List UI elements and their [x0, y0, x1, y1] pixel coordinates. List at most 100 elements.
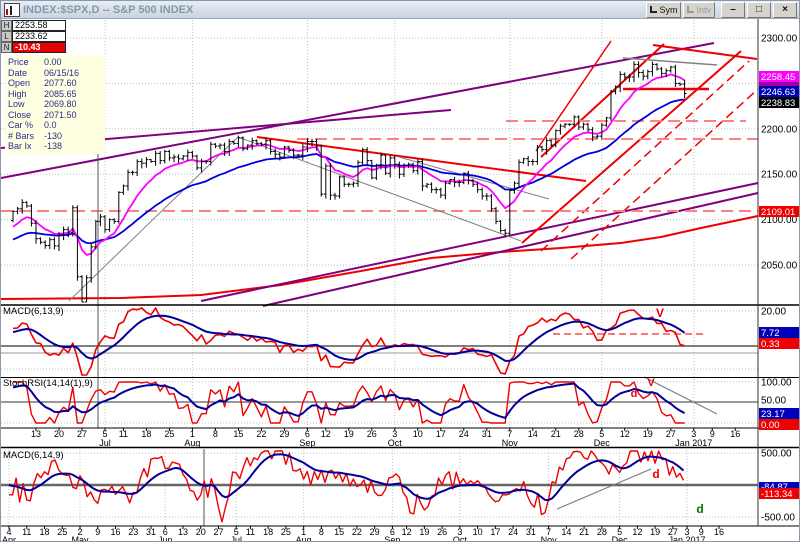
interval-button[interactable]: Intv — [683, 2, 715, 18]
ohlc-bar — [250, 138, 254, 150]
info-row-bars: # Bars-130 — [8, 131, 102, 142]
macd2-title: MACD(6,14,9) — [3, 450, 64, 461]
month-label: Nov — [541, 535, 558, 541]
info-row-low: Low2069.80 — [8, 99, 102, 110]
macd2-line — [9, 451, 684, 522]
ohlc-bar — [411, 163, 415, 173]
date-tick-label: 9 — [95, 527, 100, 537]
date-tick-label: 15 — [233, 429, 243, 439]
ohlc-bar — [328, 163, 332, 200]
date-tick-label: 14 — [561, 527, 571, 537]
info-row-open: Open2077.60 — [8, 78, 102, 89]
annotation-V: V — [656, 306, 664, 320]
month-label: May — [71, 535, 89, 541]
ohlc-bar — [121, 185, 125, 195]
interval-button-icon — [687, 6, 694, 13]
restore-button[interactable]: □ — [747, 2, 771, 18]
month-label: Nov — [502, 438, 519, 448]
value-tag-text: 2238.83 — [761, 98, 795, 109]
month-label: Oct — [388, 438, 403, 448]
date-tick-label: 28 — [597, 527, 607, 537]
date-tick-label: 22 — [352, 527, 362, 537]
date-tick-label: 19 — [344, 429, 354, 439]
chart-window: INDEX:$SPX,D -- S&P 500 INDEX Sym Intv –… — [0, 0, 800, 542]
trendline — [557, 469, 651, 509]
ohlc-bar — [568, 123, 572, 126]
trendline — [541, 44, 664, 157]
date-tick-label: 11 — [246, 527, 255, 537]
value-tag-text: 2246.63 — [761, 87, 795, 98]
value-tag-text: 7.72 — [761, 328, 780, 339]
month-label: Aug — [184, 438, 200, 448]
ohlc-bar — [522, 158, 526, 164]
last-bar-hud: H 2253.58 L 2233.62 N -10.43 — [1, 20, 66, 53]
date-tick-label: 15 — [334, 527, 344, 537]
info-row-chg: Car %0.0 — [8, 120, 102, 131]
annotation-d: d — [631, 388, 638, 400]
date-tick-label: 17 — [436, 429, 446, 439]
minimize-button[interactable]: – — [721, 2, 745, 18]
value-tag — [759, 82, 799, 86]
ohlc-bar — [213, 143, 217, 148]
hud-net-row: N -10.43 — [1, 42, 66, 53]
date-tick-label: 13 — [178, 527, 188, 537]
indicator-axis-label: 100.00 — [761, 378, 792, 389]
value-tag-text: 0.33 — [761, 339, 780, 350]
month-label: Apr — [2, 535, 16, 541]
hud-low-row: L 2233.62 — [1, 31, 66, 42]
date-tick-label: 12 — [632, 527, 642, 537]
date-tick-label: 27 — [77, 429, 87, 439]
ohlc-bar — [149, 159, 153, 163]
indicator-axis-label: -500.00 — [761, 513, 795, 524]
date-tick-label: 23 — [128, 527, 138, 537]
date-tick-label: 11 — [22, 527, 31, 537]
close-button[interactable]: × — [773, 2, 797, 18]
date-tick-label: 16 — [714, 527, 724, 537]
date-tick-label: 31 — [526, 527, 536, 537]
ohlc-bar — [11, 210, 15, 222]
date-tick-label: 20 — [54, 429, 64, 439]
trendline — [571, 89, 758, 259]
ohlc-bar — [333, 193, 337, 200]
annotation-d: d — [696, 502, 703, 516]
trendline — [399, 157, 549, 199]
date-tick-label: 25 — [57, 527, 67, 537]
trendline — [522, 51, 741, 243]
ohlc-bar — [218, 143, 222, 149]
symbol-button[interactable]: Sym — [646, 2, 681, 18]
ohlc-bar — [112, 218, 116, 224]
month-label: Dec — [612, 535, 629, 541]
chart-canvas[interactable]: MACD(6,13,9)StochRSI(14,14(1),9)MACD(6,1… — [1, 19, 799, 541]
date-tick-label: 25 — [281, 527, 291, 537]
date-tick-label: 11 — [119, 429, 128, 439]
info-row-price: Price0.00 — [8, 57, 102, 68]
stochrsi-title: StochRSI(14,14(1),9) — [3, 378, 93, 389]
date-tick-label: 12 — [321, 429, 331, 439]
date-tick-label: 24 — [508, 527, 518, 537]
ohlc-bar — [508, 190, 512, 235]
hud-high-value: 2253.58 — [12, 20, 66, 31]
ohlc-bar — [526, 156, 530, 166]
date-tick-label: 28 — [574, 429, 584, 439]
trendline — [201, 183, 758, 301]
hud-high-row: H 2253.58 — [1, 20, 66, 31]
ohlc-bar — [177, 154, 181, 163]
ohlc-bar — [351, 181, 355, 187]
titlebar[interactable]: INDEX:$SPX,D -- S&P 500 INDEX Sym Intv –… — [1, 1, 799, 19]
value-tag-text: 0.00 — [761, 420, 780, 431]
chart-window-icon — [4, 3, 20, 17]
annotation-d: d — [652, 467, 659, 481]
date-tick-label: 19 — [650, 527, 660, 537]
trendline — [536, 41, 611, 151]
ohlc-bar — [338, 175, 342, 198]
date-tick-label: 8 — [319, 527, 324, 537]
date-tick-label: 12 — [620, 429, 630, 439]
date-tick-label: 21 — [551, 429, 561, 439]
date-tick-label: 18 — [263, 527, 273, 537]
price-axis-label: 2300.00 — [761, 34, 798, 45]
trendline — [69, 137, 238, 301]
ohlc-bar — [167, 150, 171, 161]
ohlc-bar — [103, 215, 107, 233]
date-tick-label: 31 — [146, 527, 156, 537]
trendline — [1, 43, 714, 178]
